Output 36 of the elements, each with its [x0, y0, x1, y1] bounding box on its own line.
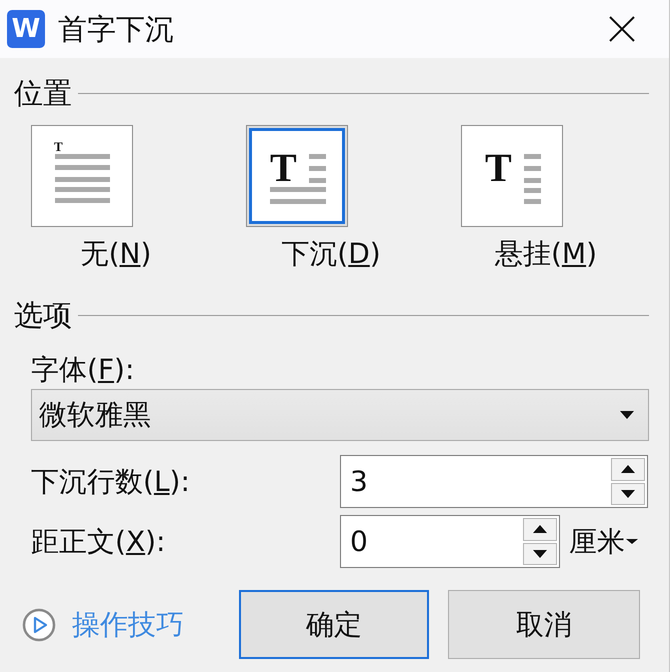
text-lines-icon: [55, 154, 110, 203]
close-icon: [609, 16, 635, 42]
ok-button[interactable]: 确定: [239, 590, 429, 659]
caret-icon: [620, 411, 634, 419]
app-logo: W: [7, 10, 45, 48]
option-label: 下沉(D): [281, 238, 381, 270]
text-lines-icon: [270, 154, 326, 204]
spin-box[interactable]: 0: [340, 515, 560, 568]
cancel-button[interactable]: 取消: [448, 590, 640, 659]
spin-box[interactable]: 3: [340, 455, 648, 508]
field-label: 下沉行数(L):: [31, 466, 191, 498]
play-circle-icon: [22, 608, 56, 642]
caret-icon: [626, 539, 638, 544]
font-dropdown[interactable]: 微软雅黑: [31, 389, 649, 441]
down-triangle-icon: [533, 550, 547, 558]
spin-down-button[interactable]: [611, 482, 645, 505]
window-title: 首字下沉: [58, 12, 174, 46]
option-label: 悬挂(M): [494, 238, 598, 270]
up-triangle-icon: [621, 465, 635, 474]
section-heading: 位置: [14, 77, 72, 109]
down-triangle-icon: [621, 490, 635, 498]
up-triangle-icon: [533, 525, 547, 534]
spin-up-button[interactable]: [523, 518, 557, 540]
number-input[interactable]: 0: [341, 516, 523, 567]
option-label: 无(N): [80, 238, 152, 270]
number-input[interactable]: 3: [341, 456, 611, 507]
spin-up-button[interactable]: [611, 458, 645, 480]
unit-dropdown[interactable]: 厘米: [569, 526, 638, 558]
position-option[interactable]: T: [31, 125, 133, 227]
text-lines-icon: [524, 154, 541, 204]
position-option[interactable]: T: [246, 125, 348, 227]
position-option[interactable]: T: [461, 125, 563, 227]
field-label: 字体(F):: [31, 354, 134, 386]
spin-down-button[interactable]: [523, 542, 557, 565]
section-heading: 选项: [14, 299, 72, 331]
field-label: 距正文(X):: [31, 526, 166, 558]
